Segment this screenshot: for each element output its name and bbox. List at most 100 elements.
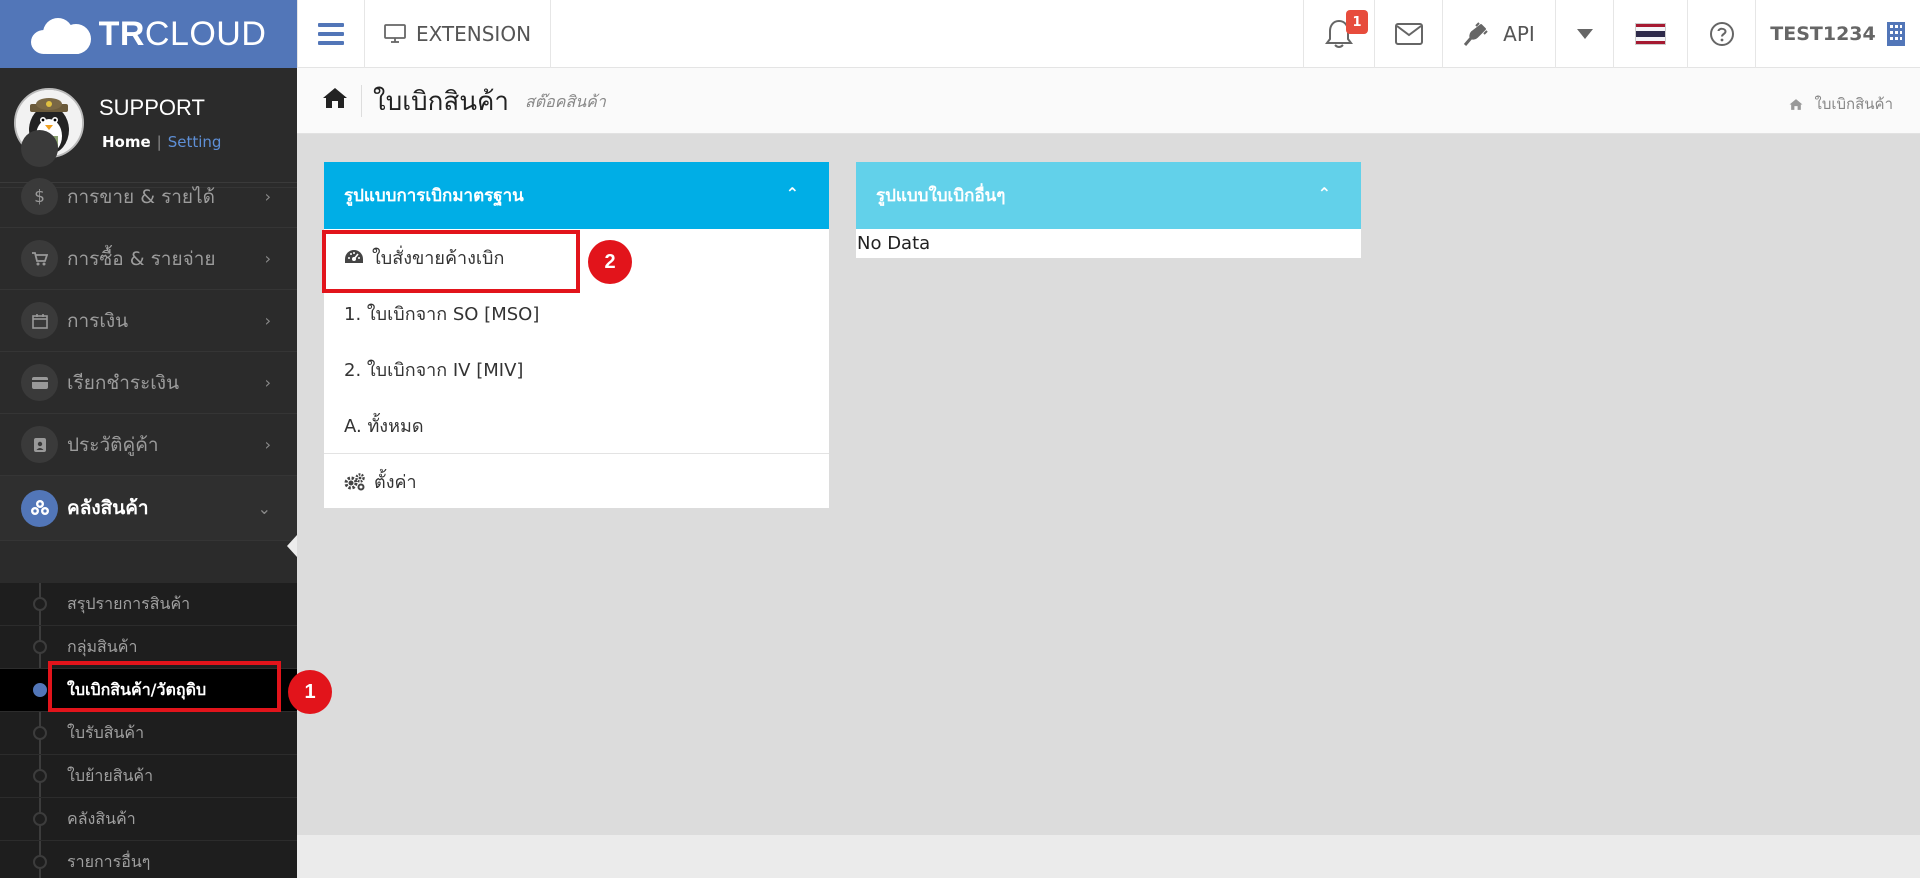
sidebar-item-partner-history[interactable]: ประวัติคู่ค้า › bbox=[0, 414, 297, 476]
submenu-item[interactable]: รายการอื่นๆ bbox=[0, 841, 297, 878]
notification-badge: 1 bbox=[1346, 10, 1368, 34]
submenu-item[interactable]: สรุปรายการสินค้า bbox=[0, 583, 297, 626]
thailand-flag-icon bbox=[1635, 23, 1666, 45]
page-title: ใบเบิกสินค้า bbox=[373, 87, 509, 117]
chevron-right-icon: › bbox=[264, 249, 271, 268]
panel-header[interactable]: รูปแบบใบเบิกอื่นๆ ⌃ bbox=[856, 162, 1361, 229]
menu-toggle-button[interactable] bbox=[297, 0, 365, 68]
row-label: 2. ใบเบิกจาก IV [MIV] bbox=[344, 359, 524, 381]
home-icon[interactable] bbox=[322, 86, 348, 110]
top-bar: TRCLOUD EXTENSION 1 API TEST1234 bbox=[0, 0, 1920, 68]
highlight-box-2 bbox=[322, 230, 580, 293]
caret-down-icon bbox=[1576, 29, 1593, 39]
panel-header[interactable]: รูปแบบการเบิกมาตรฐาน ⌃ bbox=[324, 162, 829, 229]
extension-label: EXTENSION bbox=[415, 22, 532, 46]
sidebar: SUPPORT Home | Setting $ การขาย & รายได้ ›… bbox=[0, 68, 297, 878]
question-circle-icon bbox=[1709, 22, 1734, 46]
chevron-up-icon[interactable]: ⌃ bbox=[1318, 184, 1331, 203]
submenu-label: ใบย้ายสินค้า bbox=[67, 765, 154, 785]
bullet-icon bbox=[33, 726, 47, 740]
building-icon bbox=[1886, 22, 1905, 46]
submenu-label: กลุ่มสินค้า bbox=[67, 636, 138, 656]
cubes-icon bbox=[21, 489, 58, 527]
monitor-icon bbox=[384, 24, 406, 43]
profile-name: SUPPORT bbox=[99, 95, 205, 120]
cart-icon bbox=[21, 240, 58, 277]
language-button[interactable] bbox=[1614, 0, 1688, 68]
contact-icon bbox=[21, 426, 58, 463]
chevron-right-icon: › bbox=[264, 311, 271, 330]
sidebar-item-label: เรียกชำระเงิน bbox=[67, 371, 180, 394]
sidebar-item-label: การเงิน bbox=[67, 309, 129, 332]
sidebar-item-warehouse[interactable]: คลังสินค้า ⌄ bbox=[0, 476, 297, 541]
user-menu-button[interactable]: TEST1234 bbox=[1756, 0, 1920, 68]
sidebar-item-label: การซื้อ & รายจ่าย bbox=[67, 247, 216, 270]
plug-icon bbox=[1464, 22, 1488, 46]
page-subtitle: สต๊อคสินค้า bbox=[525, 92, 606, 111]
chevron-right-icon: › bbox=[264, 435, 271, 454]
submenu-label: สรุปรายการสินค้า bbox=[67, 593, 191, 613]
callout-number-1: 1 bbox=[288, 670, 332, 714]
submenu-item[interactable]: ใบย้ายสินค้า bbox=[0, 755, 297, 798]
dollar-icon: $ bbox=[21, 178, 58, 215]
bullet-icon bbox=[33, 812, 47, 826]
dropdown-button[interactable] bbox=[1556, 0, 1614, 68]
notification-button[interactable]: 1 bbox=[1303, 0, 1375, 68]
submenu-label: ใบรับสินค้า bbox=[67, 722, 145, 742]
sidebar-item-label: ประวัติคู่ค้า bbox=[67, 433, 159, 456]
row-label: 1. ใบเบิกจาก SO [MSO] bbox=[344, 303, 540, 325]
page-header: ใบเบิกสินค้า สต๊อคสินค้า ใบเบิกสินค้า bbox=[297, 68, 1920, 134]
settings-link[interactable]: ตั้งค่า bbox=[324, 453, 829, 509]
api-button[interactable]: API bbox=[1443, 0, 1556, 68]
brand-logo[interactable]: TRCLOUD bbox=[0, 0, 297, 68]
all-requisitions-link[interactable]: A. ทั้งหมด bbox=[324, 397, 829, 453]
row-label: A. ทั้งหมด bbox=[344, 415, 424, 437]
flag-stripe bbox=[1636, 40, 1665, 44]
requisition-from-so-link[interactable]: 1. ใบเบิกจาก SO [MSO] bbox=[324, 285, 829, 341]
sidebar-item-finance[interactable]: การเงิน › bbox=[0, 290, 297, 352]
breadcrumb-home-icon[interactable] bbox=[1789, 98, 1803, 111]
submenu-item[interactable]: ใบรับสินค้า bbox=[0, 712, 297, 755]
username: TEST1234 bbox=[1770, 23, 1876, 45]
chevron-right-icon: › bbox=[264, 373, 271, 392]
extension-button[interactable]: EXTENSION bbox=[365, 0, 551, 68]
messages-button[interactable] bbox=[1375, 0, 1443, 68]
cloud-icon bbox=[30, 14, 93, 54]
submenu-item[interactable]: คลังสินค้า bbox=[0, 798, 297, 841]
row-label: ตั้งค่า bbox=[374, 472, 417, 493]
sidebar-item-sales[interactable]: $ การขาย & รายได้ › bbox=[0, 166, 297, 228]
bullet-icon bbox=[33, 683, 47, 697]
partial-menu-icon bbox=[21, 130, 58, 167]
empty-state-text: No Data bbox=[857, 233, 931, 254]
requisition-from-iv-link[interactable]: 2. ใบเบิกจาก IV [MIV] bbox=[324, 341, 829, 397]
bullet-icon bbox=[33, 640, 47, 654]
sidebar-item-purchase[interactable]: การซื้อ & รายจ่าย › bbox=[0, 228, 297, 290]
header-divider bbox=[361, 85, 362, 117]
sidebar-item-billing[interactable]: เรียกชำระเงิน › bbox=[0, 352, 297, 414]
bullet-icon bbox=[33, 769, 47, 783]
standard-requisition-panel: รูปแบบการเบิกมาตรฐาน ⌃ ใบสั่งขายค้างเบิก… bbox=[324, 162, 829, 508]
flag-stripe bbox=[1636, 30, 1665, 38]
bullet-icon bbox=[33, 855, 47, 869]
highlight-box-1 bbox=[48, 661, 281, 712]
help-button[interactable] bbox=[1688, 0, 1756, 68]
callout-number-2: 2 bbox=[588, 240, 632, 284]
envelope-icon bbox=[1394, 23, 1423, 45]
submenu-label: คลังสินค้า bbox=[67, 808, 136, 828]
calendar-icon bbox=[21, 302, 58, 339]
breadcrumb: ใบเบิกสินค้า bbox=[1789, 92, 1893, 116]
brand-name: TRCLOUD bbox=[98, 14, 267, 53]
panel-title: รูปแบบใบเบิกอื่นๆ bbox=[876, 186, 1006, 206]
submenu-label: รายการอื่นๆ bbox=[67, 851, 151, 871]
sidebar-item-label: การขาย & รายได้ bbox=[67, 185, 215, 208]
footer bbox=[297, 835, 1920, 878]
chevron-up-icon[interactable]: ⌃ bbox=[786, 184, 799, 203]
sidebar-item-label: คลังสินค้า bbox=[67, 497, 149, 519]
api-label: API bbox=[1503, 22, 1535, 46]
chevron-right-icon: › bbox=[264, 187, 271, 206]
hamburger-icon bbox=[318, 18, 344, 50]
credit-card-icon bbox=[21, 364, 58, 401]
bullet-icon bbox=[33, 597, 47, 611]
active-indicator bbox=[287, 535, 297, 557]
other-requisition-panel: รูปแบบใบเบิกอื่นๆ ⌃ No Data bbox=[856, 162, 1361, 258]
